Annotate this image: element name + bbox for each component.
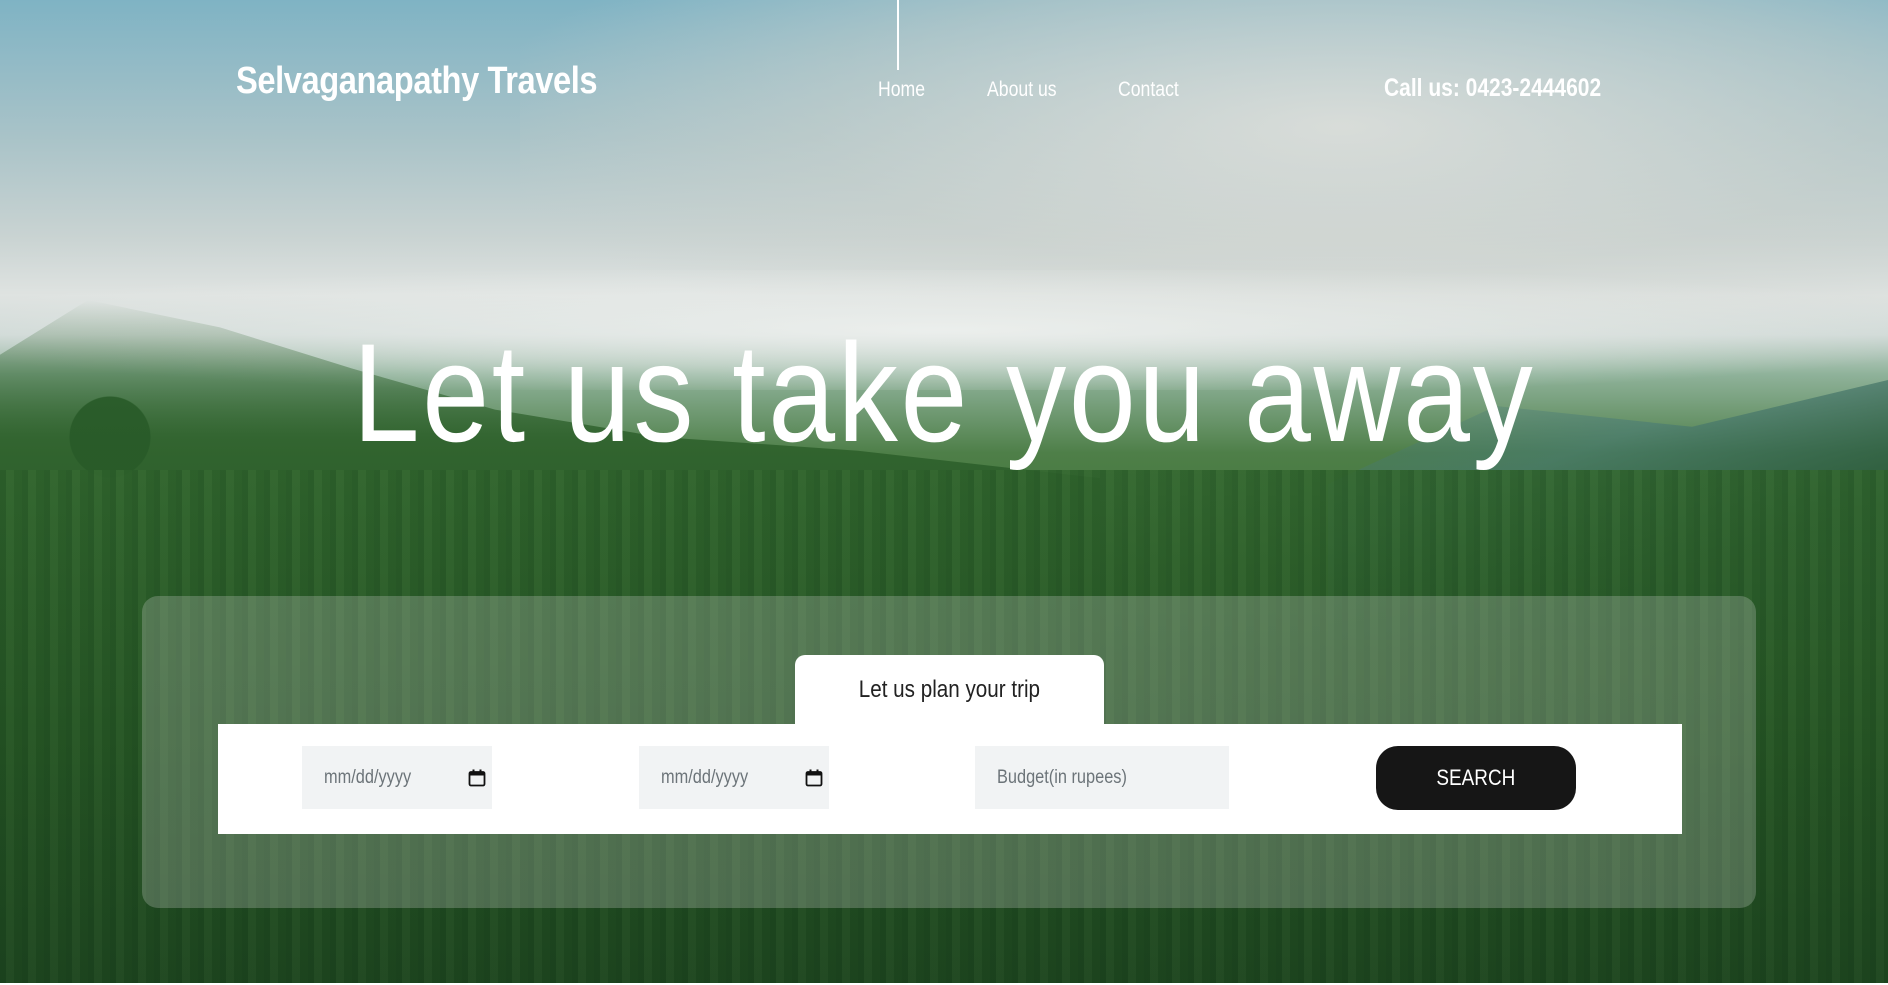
search-button-label: SEARCH xyxy=(1436,765,1516,790)
main-nav: Home About us Contact xyxy=(0,78,1888,108)
search-button[interactable]: SEARCH xyxy=(1376,746,1576,810)
end-date-placeholder: mm/dd/yyyy xyxy=(661,766,749,788)
nav-contact-link[interactable]: Contact xyxy=(1118,78,1179,102)
call-us-phone: Call us: 0423-2444602 xyxy=(1384,74,1602,102)
trip-search-form: mm/dd/yyyy mm/dd/yyyy Budget(in rupees) … xyxy=(218,724,1682,834)
end-date-input[interactable]: mm/dd/yyyy xyxy=(639,746,829,809)
nav-about-link[interactable]: About us xyxy=(987,78,1057,102)
nav-home-link[interactable]: Home xyxy=(878,78,925,102)
start-date-placeholder: mm/dd/yyyy xyxy=(324,766,412,788)
trip-planner-tab[interactable]: Let us plan your trip xyxy=(795,655,1104,725)
budget-input[interactable]: Budget(in rupees) xyxy=(975,746,1229,809)
calendar-icon[interactable] xyxy=(468,769,486,787)
calendar-icon[interactable] xyxy=(805,769,823,787)
start-date-input[interactable]: mm/dd/yyyy xyxy=(302,746,492,809)
nav-divider-line xyxy=(897,0,899,70)
hero-headline: Let us take you away xyxy=(352,314,1536,471)
budget-placeholder: Budget(in rupees) xyxy=(997,766,1127,788)
trip-planner-tab-label: Let us plan your trip xyxy=(858,676,1041,703)
